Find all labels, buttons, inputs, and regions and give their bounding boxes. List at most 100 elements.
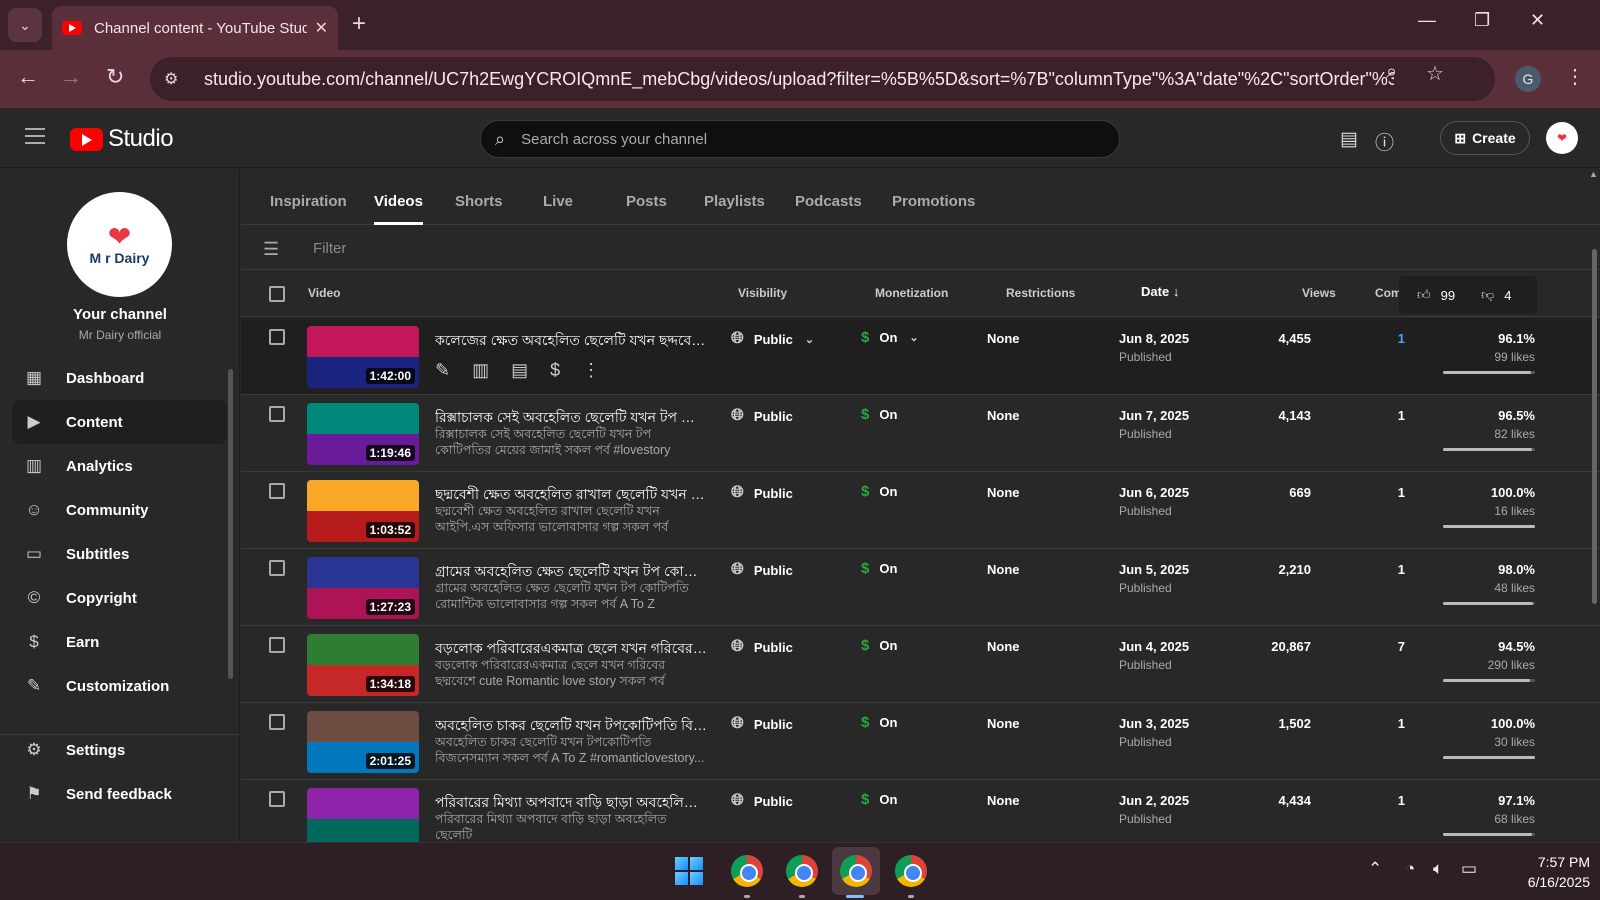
edit-details-icon[interactable]: ✎: [435, 360, 450, 381]
site-info-icon[interactable]: ⚙: [164, 69, 186, 89]
chrome-taskbar-icon[interactable]: [895, 855, 927, 887]
help-icon[interactable]: ⓘ: [1375, 128, 1394, 155]
sidebar-item-analytics[interactable]: ▥ Analytics: [12, 444, 227, 488]
window-close-icon[interactable]: ✕: [1530, 10, 1545, 31]
tray-chevron-up-icon[interactable]: ⌃: [1368, 859, 1382, 879]
video-thumbnail[interactable]: 1:42:00: [307, 326, 419, 388]
sidebar-scrollbar[interactable]: [228, 369, 233, 679]
studio-logo[interactable]: Studio: [70, 125, 174, 153]
video-thumbnail[interactable]: 1:03:52: [307, 480, 419, 542]
video-thumbnail[interactable]: [307, 788, 419, 842]
battery-icon[interactable]: ▭: [1461, 859, 1477, 879]
sidebar-item-copyright[interactable]: © Copyright: [12, 576, 227, 620]
sidebar: ❤ M r Dairy Your channel Mr Dairy offici…: [0, 169, 240, 842]
address-bar[interactable]: ⚙ studio.youtube.com/channel/UC7h2EwgYCR…: [150, 57, 1495, 101]
windows-start-icon[interactable]: [675, 857, 703, 885]
channel-avatar[interactable]: ❤ M r Dairy: [67, 192, 172, 297]
filter-icon[interactable]: ☰: [263, 239, 279, 260]
new-tab-button[interactable]: +: [352, 10, 366, 38]
monetization-cell[interactable]: $ On ⌄: [861, 329, 919, 346]
row-checkbox[interactable]: [269, 637, 285, 653]
tab-videos[interactable]: Videos: [374, 193, 423, 225]
minimize-icon[interactable]: —: [1418, 10, 1436, 31]
select-all-checkbox[interactable]: [269, 286, 285, 302]
sidebar-item-settings[interactable]: ⚙ Settings: [12, 728, 227, 772]
menu-hamburger-icon[interactable]: [25, 128, 45, 144]
table-row[interactable]: পরিবারের মিথ্যা অপবাদে বাড়ি ছাড়া অবহেল…: [241, 780, 1600, 842]
more-options-icon[interactable]: ⋮: [582, 360, 600, 381]
chrome-taskbar-icon-active[interactable]: [840, 855, 872, 887]
table-row[interactable]: 1:19:46 রিক্সাচালক সেই অবহেলিত ছেলেটি যখন…: [241, 395, 1600, 472]
row-checkbox[interactable]: [269, 791, 285, 807]
volume-icon[interactable]: 🔈︎: [1433, 859, 1443, 879]
video-thumbnail[interactable]: 1:27:23: [307, 557, 419, 619]
column-views[interactable]: Views: [1302, 286, 1336, 300]
chevron-down-icon[interactable]: ⌄: [909, 331, 918, 344]
row-checkbox[interactable]: [269, 483, 285, 499]
forward-icon[interactable]: →: [60, 64, 82, 90]
visibility-cell[interactable]: 🌐︎ Public ⌄: [731, 330, 814, 348]
wifi-icon[interactable]: ◔: [1405, 859, 1415, 879]
back-icon[interactable]: ←: [17, 64, 39, 90]
scroll-up-icon[interactable]: ▲: [1589, 169, 1598, 179]
chrome-taskbar-icon[interactable]: [731, 855, 763, 887]
filter-input[interactable]: Filter: [313, 240, 346, 257]
monetization-value: On: [879, 407, 898, 422]
taskbar-clock[interactable]: 7:57 PM 6/16/2025: [1500, 852, 1590, 892]
tab-posts[interactable]: Posts: [626, 193, 667, 210]
tab-shorts[interactable]: Shorts: [455, 193, 503, 210]
row-checkbox[interactable]: [269, 560, 285, 576]
sidebar-item-earn[interactable]: $ Earn: [12, 620, 227, 664]
browser-menu-icon[interactable]: ⋮: [1565, 64, 1585, 89]
filter-bar[interactable]: ☰ Filter: [241, 226, 1600, 270]
sidebar-item-dashboard[interactable]: ▦ Dashboard: [12, 356, 227, 400]
tab-promotions[interactable]: Promotions: [892, 193, 975, 210]
comments-value[interactable]: 1: [1351, 331, 1405, 346]
channel-search[interactable]: ⌕: [480, 120, 1120, 158]
sidebar-item-community[interactable]: ☺ Community: [12, 488, 227, 532]
tab-live[interactable]: Live: [543, 193, 573, 210]
video-thumbnail[interactable]: 1:34:18: [307, 634, 419, 696]
tab-inspiration[interactable]: Inspiration: [270, 193, 347, 210]
browser-tab-active[interactable]: Channel content - YouTube Studio ✕: [52, 6, 338, 50]
account-avatar[interactable]: ❤: [1546, 122, 1578, 154]
tab-close-icon[interactable]: ✕: [315, 18, 328, 38]
create-button[interactable]: ⊞ Create: [1440, 121, 1530, 155]
messages-icon[interactable]: ▤: [1340, 128, 1358, 151]
reload-icon[interactable]: ↻: [106, 64, 124, 90]
table-row[interactable]: 2:01:25 অবহেলিত চাকর ছেলেটি যখন টপকোটিপতি…: [241, 703, 1600, 780]
chrome-taskbar-icon[interactable]: [786, 855, 818, 887]
zoom-icon[interactable]: ⌕: [1386, 61, 1397, 84]
table-row[interactable]: 1:27:23 গ্রামের অবহেলিত ক্ষেত ছেলেটি যখন …: [241, 549, 1600, 626]
column-restrictions[interactable]: Restrictions: [1006, 286, 1075, 300]
column-monetization[interactable]: Monetization: [875, 286, 948, 300]
table-row[interactable]: 1:34:18 বড়লোক পরিবারেরএকমাত্র ছেলে যখন গ…: [241, 626, 1600, 703]
tab-podcasts[interactable]: Podcasts: [795, 193, 862, 210]
sidebar-item-subtitles[interactable]: ▭ Subtitles: [12, 532, 227, 576]
row-checkbox[interactable]: [269, 714, 285, 730]
row-checkbox[interactable]: [269, 329, 285, 345]
restore-icon[interactable]: ❐: [1474, 10, 1490, 31]
sidebar-item-send-feedback[interactable]: ⚑ Send feedback: [12, 772, 227, 816]
table-row[interactable]: 1:42:00 কলেজের ক্ষেত অবহেলিত ছেলেটি যখন ছ…: [241, 318, 1600, 395]
video-thumbnail[interactable]: 1:19:46: [307, 403, 419, 465]
video-title[interactable]: কলেজের ক্ষেত অবহেলিত ছেলেটি যখন ছদ্দবেশি…: [435, 329, 707, 353]
column-visibility[interactable]: Visibility: [738, 286, 787, 300]
comments-icon[interactable]: ▤: [511, 360, 528, 381]
search-input[interactable]: [521, 130, 1082, 148]
table-row[interactable]: 1:03:52 ছদ্মবেশী ক্ষেত অবহেলিত রাখাল ছেলে…: [241, 472, 1600, 549]
chevron-down-icon[interactable]: ⌄: [805, 333, 814, 346]
analytics-icon[interactable]: ▥: [472, 360, 489, 381]
sidebar-item-content[interactable]: ▶ Content: [12, 400, 227, 444]
column-date[interactable]: Date ↓: [1141, 284, 1179, 299]
url-text[interactable]: studio.youtube.com/channel/UC7h2EwgYCROI…: [204, 69, 1394, 90]
tab-search-button[interactable]: ⌄: [8, 8, 42, 42]
tab-playlists[interactable]: Playlists: [704, 193, 765, 210]
browser-profile-avatar[interactable]: G: [1515, 66, 1541, 92]
content-scrollbar[interactable]: [1592, 249, 1597, 604]
video-thumbnail[interactable]: 2:01:25: [307, 711, 419, 773]
row-checkbox[interactable]: [269, 406, 285, 422]
sidebar-item-customization[interactable]: ✎ Customization: [12, 664, 227, 708]
bookmark-star-icon[interactable]: ☆: [1426, 61, 1444, 86]
monetization-icon[interactable]: $: [550, 360, 560, 381]
